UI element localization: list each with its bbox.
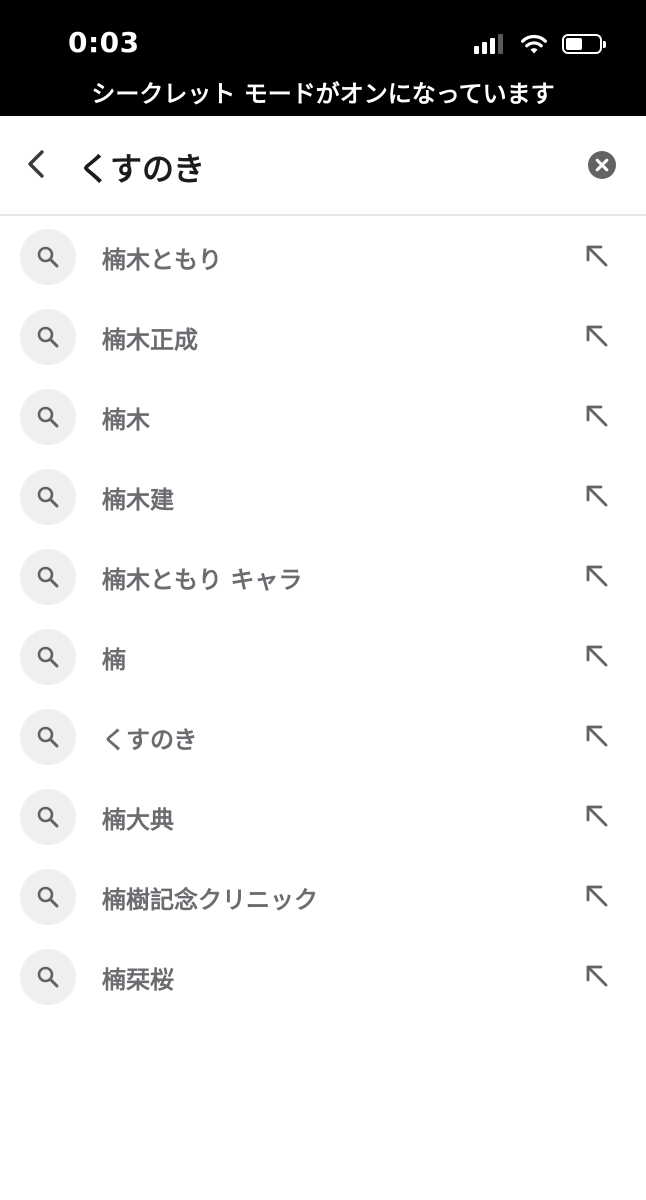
fill-query-arrow-icon[interactable] xyxy=(584,563,610,589)
status-icons xyxy=(474,30,606,58)
suggestion-item[interactable]: 楠木ともり xyxy=(0,216,646,296)
search-icon xyxy=(20,309,76,365)
suggestion-list: 楠木ともり 楠木正成 楠木 楠木建 楠木ともり キャラ 楠 くすのき 楠大典 楠… xyxy=(0,216,646,1016)
battery-icon xyxy=(562,34,606,54)
suggestion-label: 楠木正成 xyxy=(102,326,198,354)
suggestion-item[interactable]: 楠樹記念クリニック xyxy=(0,856,646,936)
search-icon xyxy=(20,629,76,685)
suggestion-item[interactable]: 楠木ともり キャラ xyxy=(0,536,646,616)
fill-query-arrow-icon[interactable] xyxy=(584,323,610,349)
suggestion-label: 楠栞桜 xyxy=(102,966,174,994)
search-icon xyxy=(20,949,76,1005)
search-query-input[interactable]: くすのき xyxy=(78,144,205,190)
search-header: くすのき xyxy=(0,116,646,216)
fill-query-arrow-icon[interactable] xyxy=(584,643,610,669)
battery-fill xyxy=(566,38,582,50)
search-icon xyxy=(20,469,76,525)
suggestion-label: くすのき xyxy=(102,726,198,754)
fill-query-arrow-icon[interactable] xyxy=(584,723,610,749)
cellular-signal-icon xyxy=(474,34,506,54)
fill-query-arrow-icon[interactable] xyxy=(584,243,610,269)
search-icon xyxy=(20,229,76,285)
fill-query-arrow-icon[interactable] xyxy=(584,803,610,829)
suggestion-label: 楠 xyxy=(102,646,126,674)
suggestion-item[interactable]: 楠木正成 xyxy=(0,296,646,376)
status-bar: 0:03 シークレット モードがオンになっています xyxy=(0,0,646,116)
suggestion-item[interactable]: 楠 xyxy=(0,616,646,696)
search-icon xyxy=(20,549,76,605)
clear-search-icon[interactable] xyxy=(588,151,616,179)
suggestion-item[interactable]: 楠大典 xyxy=(0,776,646,856)
fill-query-arrow-icon[interactable] xyxy=(584,403,610,429)
suggestion-item[interactable]: 楠木建 xyxy=(0,456,646,536)
fill-query-arrow-icon[interactable] xyxy=(584,483,610,509)
incognito-mode-banner: シークレット モードがオンになっています xyxy=(91,80,555,108)
suggestion-item[interactable]: 楠栞桜 xyxy=(0,936,646,1016)
wifi-icon xyxy=(521,34,547,54)
search-icon xyxy=(20,789,76,845)
suggestion-label: 楠木 xyxy=(102,406,150,434)
suggestion-item[interactable]: くすのき xyxy=(0,696,646,776)
status-time: 0:03 xyxy=(68,26,140,59)
suggestion-label: 楠木ともり キャラ xyxy=(102,566,303,594)
suggestion-item[interactable]: 楠木 xyxy=(0,376,646,456)
suggestion-label: 楠木建 xyxy=(102,486,174,514)
suggestion-label: 楠大典 xyxy=(102,806,174,834)
search-icon xyxy=(20,709,76,765)
suggestion-label: 楠樹記念クリニック xyxy=(102,886,318,914)
fill-query-arrow-icon[interactable] xyxy=(584,883,610,909)
fill-query-arrow-icon[interactable] xyxy=(584,963,610,989)
search-icon xyxy=(20,389,76,445)
suggestion-label: 楠木ともり xyxy=(102,246,222,274)
back-chevron-icon[interactable] xyxy=(22,146,52,182)
search-icon xyxy=(20,869,76,925)
